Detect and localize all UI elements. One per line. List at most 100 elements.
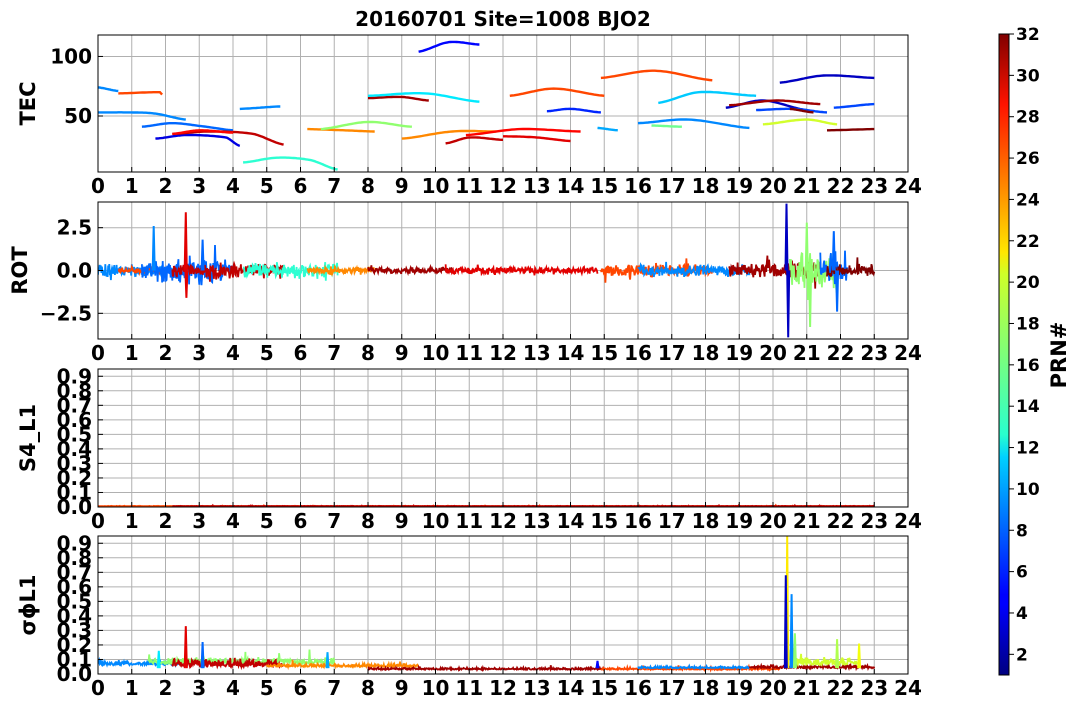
colorbar-tick-label: 30 <box>1016 66 1040 86</box>
colorbar-tick-label: 16 <box>1016 356 1040 376</box>
tec-arc-prn-26 <box>509 87 605 97</box>
x-tick-label: 8 <box>361 341 375 365</box>
x-tick-label: 20 <box>759 676 787 700</box>
colorbar: 2468101214161820222426283032 PRN# <box>998 25 1071 676</box>
x-tick-label: 14 <box>557 341 585 365</box>
x-tick-label: 5 <box>260 509 274 533</box>
x-tick-label: 11 <box>455 676 483 700</box>
x-tick-label: 6 <box>294 174 308 198</box>
x-tick-label: 24 <box>894 174 922 198</box>
x-tick-label: 0 <box>91 676 105 700</box>
x-tick-label: 8 <box>361 509 375 533</box>
x-tick-label: 5 <box>260 676 274 700</box>
x-tick-label: 12 <box>489 174 517 198</box>
x-tick-label: 0 <box>91 341 105 365</box>
trace-prn-29 <box>444 264 599 277</box>
x-tick-label: 2 <box>159 676 173 700</box>
colorbar-tick-label: 26 <box>1016 149 1040 169</box>
x-tick-label: 9 <box>395 509 409 533</box>
spike-prn-10 <box>325 652 330 669</box>
y-tick-label: 0.9 <box>57 364 92 388</box>
x-tick-label: 0 <box>91 174 105 198</box>
spike-prn-17 <box>808 270 813 328</box>
x-tick-label: 11 <box>455 174 483 198</box>
x-tick-label: 24 <box>894 341 922 365</box>
trace-prn-30 <box>172 503 875 507</box>
tec-arc-prn-16 <box>651 124 682 128</box>
chart-title: 20160701 Site=1008 BJO2 <box>355 7 651 31</box>
series-rot <box>98 203 876 338</box>
spike-prn-29 <box>183 626 188 669</box>
grid-s4 <box>97 369 909 508</box>
spike-prn-20 <box>857 643 862 669</box>
x-tick-label: 23 <box>860 676 888 700</box>
x-tick-label: 17 <box>658 341 686 365</box>
x-tick-label: 4 <box>226 174 240 198</box>
x-tick-label: 17 <box>658 676 686 700</box>
spike-prn-5 <box>595 660 600 669</box>
x-tick-label: 5 <box>260 174 274 198</box>
x-tick-label: 2 <box>159 174 173 198</box>
tec-arc-prn-14 <box>242 156 338 171</box>
x-tick-label: 18 <box>692 676 720 700</box>
colorbar-tick-label: 24 <box>1016 190 1040 210</box>
colorbar-tick-label: 22 <box>1016 232 1040 252</box>
x-tick-label: 11 <box>455 341 483 365</box>
x-tick-label: 10 <box>422 341 450 365</box>
x-tick-label: 4 <box>226 509 240 533</box>
x-tick-label: 20 <box>759 341 787 365</box>
series-s4 <box>98 503 875 507</box>
x-tick-label: 9 <box>395 174 409 198</box>
x-tick-label: 18 <box>692 174 720 198</box>
tec-arc-prn-6 <box>546 107 601 114</box>
x-tick-label: 10 <box>422 509 450 533</box>
x-tick-label: 3 <box>192 341 206 365</box>
spike-prn-9 <box>151 225 156 271</box>
y-tick-label: 0.0 <box>57 259 92 283</box>
x-tick-label: 9 <box>395 341 409 365</box>
x-tick-label: 14 <box>557 509 585 533</box>
x-tick-label: 15 <box>590 509 618 533</box>
x-tick-label: 5 <box>260 341 274 365</box>
spike-prn-17 <box>804 222 809 271</box>
x-tick-label: 7 <box>327 676 341 700</box>
tec-arc-prn-26 <box>600 69 713 82</box>
spike-prn-3 <box>784 203 789 271</box>
x-tick-label: 22 <box>827 509 855 533</box>
x-tick-label: 6 <box>294 341 308 365</box>
x-tick-label: 15 <box>590 174 618 198</box>
x-tick-label: 19 <box>725 174 753 198</box>
y-axis-label-s4: S4_L1 <box>16 404 40 472</box>
colorbar-tick-label: 6 <box>1016 563 1028 583</box>
y-tick-label: 2.5 <box>57 216 92 240</box>
tec-arc-prn-24 <box>307 127 375 133</box>
series-tec <box>98 40 875 171</box>
spike-prn-8 <box>200 641 205 669</box>
colorbar-tick-label: 32 <box>1016 25 1040 45</box>
x-tick-label: 13 <box>523 341 551 365</box>
figure-canvas: 20160701 Site=1008 BJO2 0 1 2 3 4 5 6 7 8 9 10 11 12… <box>8 7 1071 700</box>
colorbar-tick-label: 28 <box>1016 108 1040 128</box>
x-tick-label: 23 <box>860 174 888 198</box>
trace-prn-9 <box>637 663 751 671</box>
tec-arc-prn-7 <box>833 102 875 109</box>
y-tick-label: 50 <box>64 104 92 128</box>
tec-arc-prn-8 <box>141 121 234 132</box>
x-tick-label: 16 <box>624 341 652 365</box>
x-tick-label: 7 <box>327 509 341 533</box>
tec-arc-prn-10 <box>597 126 618 132</box>
tec-arc-prn-4 <box>155 133 241 147</box>
x-tick-label: 21 <box>793 174 821 198</box>
x-tick-label: 2 <box>159 509 173 533</box>
x-tick-label: 12 <box>489 676 517 700</box>
x-tick-label: 20 <box>759 174 787 198</box>
spike-prn-8 <box>835 270 840 312</box>
x-tick-label: 14 <box>557 174 585 198</box>
panels-group: 0 1 2 3 4 5 6 7 8 9 10 11 12 13 14 15 16 17 18 19 20 21 22 23 24… <box>8 34 922 700</box>
tec-arc-prn-3 <box>779 74 875 84</box>
x-tick-label: 10 <box>422 174 450 198</box>
colorbar-tick-label: 20 <box>1016 273 1040 293</box>
y-tick-label: 100 <box>50 44 92 68</box>
x-tick-label: 3 <box>192 509 206 533</box>
tec-arc-prn-11 <box>658 90 757 105</box>
